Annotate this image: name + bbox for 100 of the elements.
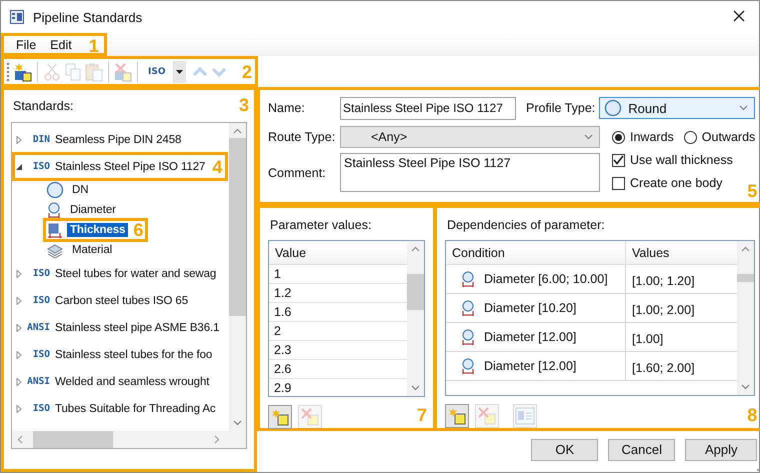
label: Parameter values: [269, 217, 372, 234]
tree-item[interactable]: ISO Stainless Steel Pipe ISO 1127 4 [12, 152, 228, 181]
new-item-icon [13, 62, 33, 82]
tree-item[interactable]: ANSI Welded and seamless wrought [12, 368, 229, 395]
window-title: Pipeline Standards [33, 10, 144, 24]
scrollbar[interactable] [17, 431, 220, 448]
check-icon [613, 155, 624, 165]
checkbox-label: Use wall thickness [630, 153, 733, 167]
scrollbar-thumb[interactable] [229, 138, 246, 316]
table-cell-text: [1.60; 2.00] [631, 360, 695, 374]
column-header: Values [631, 246, 670, 260]
tree-item[interactable]: ISO Tubes Suitable for Threading Ac [12, 395, 229, 422]
scrollbar[interactable] [407, 241, 424, 396]
dialog-button[interactable]: OK [531, 438, 598, 460]
standard-name: Tubes Suitable for Threading Ac [55, 402, 216, 414]
standard-tag: ISO [26, 161, 50, 172]
tree-item[interactable]: ISO Stainless steel tubes for the foo [12, 341, 229, 368]
add-button[interactable] [268, 405, 292, 429]
scrollbar[interactable] [229, 123, 246, 431]
tree-item[interactable]: Material [69, 243, 116, 257]
radio-button[interactable] [684, 130, 697, 144]
name-field[interactable]: Stainless Steel Pipe ISO 1127 [340, 96, 516, 120]
scrollbar-thumb[interactable] [407, 274, 424, 310]
caret-icon [176, 70, 184, 74]
table-cell: Diameter [12.00] [484, 359, 576, 373]
chevron-down-icon [584, 134, 593, 140]
scrollbar-thumb[interactable] [737, 274, 754, 282]
menu-item[interactable]: Edit [44, 38, 78, 52]
table-cell: 2 [274, 324, 281, 338]
chevron-up-icon [233, 128, 242, 134]
standard-name: Welded and seamless wrought [55, 376, 210, 388]
standard-tag: ISO [26, 268, 50, 279]
profile-type-dropdown[interactable]: Round [599, 97, 756, 119]
standard-tag: ISO [26, 403, 50, 414]
standard-name: Stainless steel tubes for the foo [55, 348, 212, 360]
field-label: Comment: [268, 166, 327, 180]
thickness-icon [46, 221, 62, 239]
chevron-up-icon [741, 246, 750, 252]
chevron-down-icon [739, 105, 748, 111]
table-cell: 1 [274, 267, 281, 281]
standard-tag: ANSI [26, 322, 50, 333]
add-button[interactable] [445, 404, 469, 428]
chevron-up-icon [411, 246, 420, 252]
standard-name: Stainless Steel Pipe ISO 1127 [55, 160, 206, 172]
circle-icon [46, 181, 64, 199]
chevron-down-icon [233, 420, 242, 426]
chevron-left-icon [17, 435, 23, 444]
comment-field[interactable]: Stainless Steel Pipe ISO 1127 [340, 153, 600, 192]
checkbox-label: Create one body [630, 176, 722, 190]
table-cell-text: [1.00] [631, 330, 664, 346]
add-value-icon [448, 407, 466, 425]
table-cell-text: [1.00; 2.00] [631, 302, 695, 316]
radio-label: Outwards [702, 130, 756, 144]
tree-item[interactable]: ANSI Stainless steel pipe ASME B36.1 [12, 314, 229, 341]
radio-label: Inwards [630, 130, 674, 144]
diameter-icon [460, 270, 476, 288]
paste-icon [84, 62, 104, 82]
tree-item[interactable]: DN [69, 183, 92, 197]
circle-icon [604, 99, 622, 117]
scrollbar[interactable] [737, 241, 754, 395]
scissors-icon [42, 62, 62, 82]
tree-item[interactable]: Diameter [67, 203, 119, 217]
route-type-dropdown[interactable]: <Any> [340, 126, 600, 148]
dialog-button[interactable]: Apply [685, 438, 758, 460]
menu-item[interactable]: File [10, 38, 42, 52]
table-cell: Diameter [12.00] [484, 330, 576, 344]
standards-label: Standards: [12, 98, 74, 115]
column-header: Value [274, 246, 308, 260]
checkbox[interactable] [612, 176, 625, 190]
tree-item[interactable]: ISO Steel tubes for water and sewag [12, 260, 229, 287]
table-cell: 2.3 [274, 343, 292, 357]
field-label: Profile Type: [526, 101, 596, 115]
field-label: Name: [268, 101, 306, 115]
app-icon [9, 9, 25, 25]
tree-item[interactable]: DIN Seamless Pipe DIN 2458 [12, 126, 229, 153]
properties-icon [515, 407, 535, 425]
delete-value-icon [301, 408, 319, 426]
standard-tag: ISO [26, 349, 50, 360]
standard-name: Carbon steel tubes ISO 65 [55, 294, 188, 306]
delete-value-icon [478, 407, 496, 425]
tree-item[interactable]: Thickness [67, 223, 128, 237]
table-cell-text: [1.00; 1.20] [631, 272, 695, 288]
checkbox[interactable] [612, 154, 625, 166]
tree-item[interactable]: ISO Carbon steel tubes ISO 65 [12, 287, 229, 314]
callout-number: 6 [133, 221, 144, 239]
table-cell: 1.6 [274, 305, 292, 319]
label: Dependencies of parameter: [446, 217, 606, 234]
diameter-icon [460, 299, 476, 317]
standard-tag: ISO [26, 295, 50, 306]
table-cell: Diameter [10.20] [484, 301, 576, 315]
new-standard-button[interactable] [13, 62, 33, 82]
copy-icon [63, 62, 83, 82]
radio-button[interactable] [612, 130, 625, 144]
chevron-down-icon [411, 385, 420, 391]
table-cell: 1.2 [274, 286, 292, 300]
standard-name: Seamless Pipe DIN 2458 [55, 134, 182, 146]
field-label: Route Type: [268, 130, 336, 144]
table-cell: Diameter [6.00; 10.00] [484, 272, 608, 286]
scrollbar-thumb[interactable] [33, 431, 113, 448]
dialog-button[interactable]: Cancel [608, 438, 676, 460]
